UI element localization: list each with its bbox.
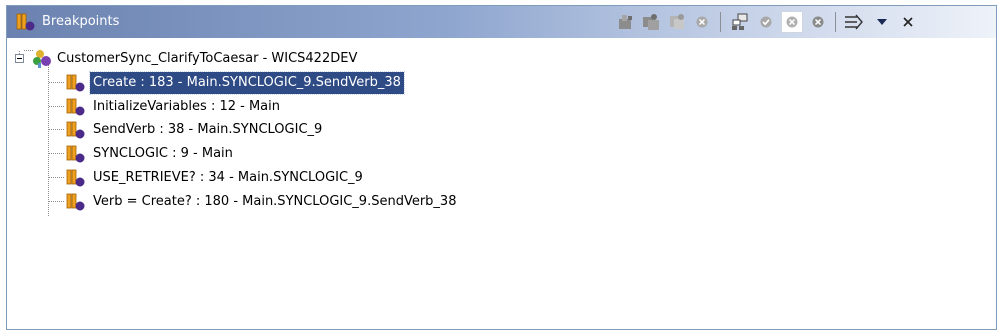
breakpoint-icon bbox=[65, 98, 87, 120]
breakpoint-item[interactable]: Verb = Create? : 180 - Main.SYNCLOGIC_9.… bbox=[7, 191, 607, 213]
disable-breakpoint-button[interactable] bbox=[781, 11, 803, 33]
breakpoints-view: Breakpoints CustomerSync_ClarifyToCaesar… bbox=[6, 5, 997, 330]
breakpoints-icon bbox=[15, 13, 37, 31]
project-label: CustomerSync_ClarifyToCaesar - WICS422DE… bbox=[57, 51, 358, 66]
breakpoint-icon bbox=[65, 74, 87, 96]
breakpoints-tree[interactable]: CustomerSync_ClarifyToCaesar - WICS422DE… bbox=[7, 38, 996, 329]
breakpoint-item[interactable]: InitializeVariables : 12 - Main bbox=[7, 96, 607, 118]
remove-all-breakpoints-button[interactable] bbox=[640, 11, 662, 33]
view-menu-button[interactable] bbox=[871, 11, 893, 33]
select-all-icon bbox=[732, 13, 748, 30]
breakpoint-label: SYNCLOGIC : 9 - Main bbox=[93, 146, 233, 161]
toolbar-separator bbox=[720, 12, 721, 32]
remove-all-breakpoints-icon bbox=[643, 14, 659, 30]
view-menu-icon bbox=[877, 19, 887, 25]
breakpoint-icon bbox=[65, 121, 87, 143]
breakpoint-label: USE_RETRIEVE? : 34 - Main.SYNCLOGIC_9 bbox=[93, 170, 363, 185]
disable-all-button[interactable] bbox=[807, 11, 829, 33]
breakpoint-label: Verb = Create? : 180 - Main.SYNCLOGIC_9.… bbox=[93, 194, 457, 209]
breakpoint-item[interactable]: SYNCLOGIC : 9 - Main bbox=[7, 143, 607, 165]
remove-breakpoint-button[interactable] bbox=[615, 11, 637, 33]
view-title: Breakpoints bbox=[42, 14, 120, 29]
breakpoint-item[interactable]: Create : 183 - Main.SYNCLOGIC_9.SendVerb… bbox=[7, 71, 607, 96]
skip-breakpoints-icon bbox=[845, 14, 863, 30]
close-icon bbox=[903, 17, 913, 27]
skip-breakpoints-button[interactable] bbox=[843, 11, 865, 33]
remove-grey-breakpoints-icon bbox=[670, 14, 684, 29]
view-titlebar: Breakpoints bbox=[7, 6, 996, 38]
enable-breakpoint-button[interactable] bbox=[755, 11, 777, 33]
close-button[interactable] bbox=[897, 11, 919, 33]
toolbar-separator bbox=[835, 12, 836, 32]
breakpoint-item[interactable]: SendVerb : 38 - Main.SYNCLOGIC_9 bbox=[7, 119, 607, 141]
breakpoint-icon bbox=[65, 145, 87, 167]
remove-grey-breakpoints-button[interactable] bbox=[666, 11, 688, 33]
remove-breakpoint-icon bbox=[619, 15, 632, 29]
tree-root-row[interactable]: CustomerSync_ClarifyToCaesar - WICS422DE… bbox=[7, 48, 607, 70]
breakpoint-label: InitializeVariables : 12 - Main bbox=[93, 99, 280, 114]
project-icon bbox=[32, 49, 54, 69]
breakpoint-label: SendVerb : 38 - Main.SYNCLOGIC_9 bbox=[93, 122, 323, 137]
disable-all-icon bbox=[812, 16, 824, 28]
breakpoint-icon bbox=[65, 169, 87, 191]
remove-circle-button[interactable] bbox=[691, 11, 713, 33]
breakpoint-label: Create : 183 - Main.SYNCLOGIC_9.SendVerb… bbox=[89, 71, 405, 95]
enable-breakpoint-icon bbox=[760, 16, 772, 28]
remove-circle-icon bbox=[696, 16, 708, 28]
breakpoint-icon bbox=[65, 193, 87, 215]
select-all-button[interactable] bbox=[729, 11, 751, 33]
breakpoint-item[interactable]: USE_RETRIEVE? : 34 - Main.SYNCLOGIC_9 bbox=[7, 167, 607, 189]
collapse-toggle-icon[interactable] bbox=[15, 54, 24, 63]
disable-breakpoint-icon bbox=[786, 16, 798, 28]
